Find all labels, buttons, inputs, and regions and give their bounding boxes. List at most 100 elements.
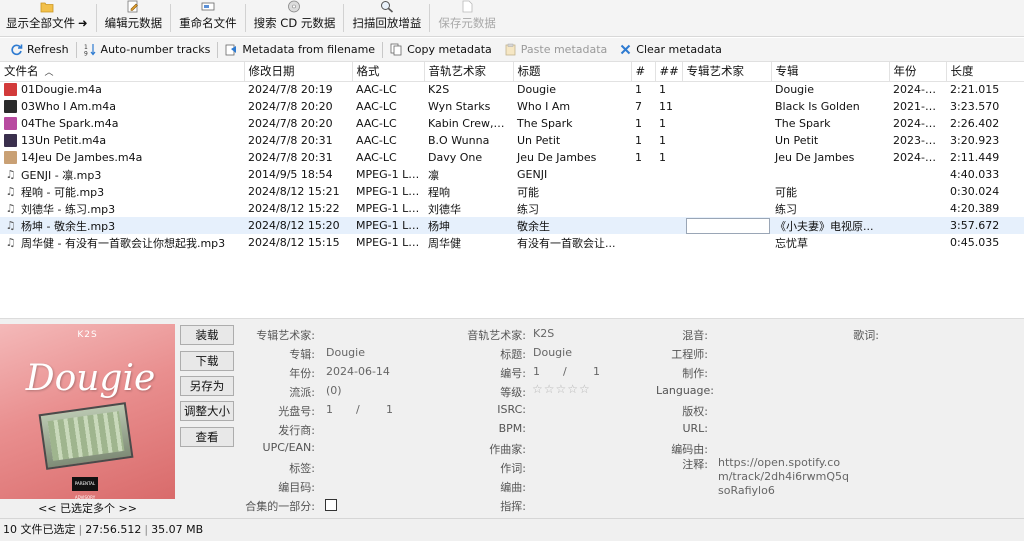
column-header-track-artist[interactable]: 音轨艺术家 xyxy=(424,62,514,82)
refresh-label: Refresh xyxy=(27,43,69,56)
lyricist-label: 作词: xyxy=(500,462,526,475)
disc-number-label: 光盘号: xyxy=(278,405,315,418)
edit-metadata-label: 编辑元数据 xyxy=(104,16,163,30)
show-all-files-button[interactable]: 显示全部文件 ➜ xyxy=(0,0,94,36)
download-cover-button[interactable]: 下载 xyxy=(180,351,234,371)
column-header-track-number[interactable]: # xyxy=(631,62,656,82)
scan-replay-gain-button[interactable]: 扫描回放增益 xyxy=(346,0,427,36)
save-metadata-label: 保存元数据 xyxy=(438,16,496,30)
parental-advisory-logo: PARENTAL ADVISORY xyxy=(72,477,98,499)
table-row[interactable]: ♫ 杨坤 - 敬余生.mp3 2024/8/12 15:20 MPEG-1 La...… xyxy=(0,217,1024,234)
column-header-format[interactable]: 格式 xyxy=(352,62,425,82)
track-total-cell xyxy=(655,234,682,251)
track-artist-cell: Wyn Starks xyxy=(428,100,491,113)
save-cover-as-button[interactable]: 另存为 xyxy=(180,376,234,396)
album-artist-cell xyxy=(682,234,771,251)
filename-text: 刘德华 - 练习.mp3 xyxy=(21,202,116,216)
comment-field[interactable]: https://open.spotify.com/track/2dh4i6rwm… xyxy=(718,456,850,498)
album-thumbnail-icon xyxy=(4,100,17,113)
bpm-label: BPM: xyxy=(498,422,526,435)
title-cell: Who I Am xyxy=(517,100,571,113)
table-row[interactable]: 04The Spark.m4a 2024/7/8 20:20 AAC-LC Kabin… xyxy=(0,115,1024,132)
resize-cover-button[interactable]: 调整大小 xyxy=(180,401,234,421)
toolbar-divider xyxy=(75,41,77,58)
modified-date-cell: 2014/9/5 18:54 xyxy=(248,168,333,181)
disc-total-field[interactable]: 1 xyxy=(386,403,393,416)
save-metadata-button[interactable]: 保存元数据 xyxy=(432,0,502,36)
table-row[interactable]: ♫ 程响 - 可能.mp3 2024/8/12 15:21 MPEG-1 La... 程… xyxy=(0,183,1024,200)
track-artist-cell: 杨坤 xyxy=(424,217,513,234)
track-number-label: 编号: xyxy=(500,367,526,380)
rename-files-button[interactable]: 重命名文件 xyxy=(173,0,243,36)
title-cell: 可能 xyxy=(517,185,539,199)
disc-number-field[interactable]: 1 xyxy=(326,403,333,416)
column-header-length[interactable]: 长度 xyxy=(946,62,1024,82)
track-number-cell xyxy=(631,234,655,251)
rating-stars[interactable]: ☆☆☆☆☆ xyxy=(532,382,591,396)
format-cell: MPEG-1 La... xyxy=(352,217,424,234)
column-header-album[interactable]: 专辑 xyxy=(771,62,890,82)
title-cell: The Spark xyxy=(517,117,573,130)
paste-metadata-label: Paste metadata xyxy=(520,43,608,56)
table-row[interactable]: 14Jeu De Jambes.m4a 2024/7/8 20:31 AAC-LC D… xyxy=(0,149,1024,166)
title-field[interactable]: Dougie xyxy=(533,346,572,359)
column-header-modified[interactable]: 修改日期 xyxy=(244,62,353,82)
filename-wrapper: 13Un Petit.m4a xyxy=(4,134,240,147)
format-cell: MPEG-1 La... xyxy=(356,168,424,181)
format-cell: MPEG-1 La... xyxy=(356,236,424,249)
metadata-from-filename-button[interactable]: Metadata from filename xyxy=(219,43,381,56)
album-field[interactable]: Dougie xyxy=(326,346,365,359)
length-cell: 3:57.672 xyxy=(946,217,1024,234)
compilation-label: 合集的一部分: xyxy=(245,500,315,513)
album-artist-cell xyxy=(682,149,771,166)
toolbar-divider xyxy=(429,4,431,32)
album-artist-edit-input[interactable] xyxy=(686,217,770,234)
cd-search-icon xyxy=(287,0,301,13)
format-cell: MPEG-1 La... xyxy=(356,185,424,198)
paste-metadata-button[interactable]: Paste metadata xyxy=(498,43,614,56)
auto-number-tracks-button[interactable]: 19 Auto-number tracks xyxy=(78,43,217,58)
column-header-track-total[interactable]: ## xyxy=(655,62,683,82)
format-cell: AAC-LC xyxy=(356,100,397,113)
cover-brand-text: K2S xyxy=(77,330,98,340)
track-artist-cell: 刘德华 xyxy=(428,202,461,216)
album-cell xyxy=(771,166,889,183)
clear-metadata-button[interactable]: Clear metadata xyxy=(613,43,728,56)
edit-metadata-button[interactable]: 编辑元数据 xyxy=(99,0,169,36)
length-cell: 4:20.389 xyxy=(950,202,1000,215)
length-cell: 2:11.449 xyxy=(950,151,1000,164)
copy-metadata-button[interactable]: Copy metadata xyxy=(384,43,498,56)
title-cell: 有没有一首歌会让... xyxy=(517,236,616,250)
load-cover-button[interactable]: 装载 xyxy=(180,325,234,345)
modified-date-cell: 2024/7/8 20:20 xyxy=(248,117,333,130)
column-header-filename[interactable]: 文件名 ︿ xyxy=(0,62,245,82)
column-header-album-artist[interactable]: 专辑艺术家 xyxy=(682,62,772,82)
svg-text:9: 9 xyxy=(84,51,88,57)
table-row[interactable]: 13Un Petit.m4a 2024/7/8 20:31 AAC-LC B.O Wu… xyxy=(0,132,1024,149)
table-row[interactable]: ♫ 刘德华 - 练习.mp3 2024/8/12 15:22 MPEG-1 La...… xyxy=(0,200,1024,217)
status-separator: | xyxy=(78,523,83,536)
table-row[interactable]: 03Who I Am.m4a 2024/7/8 20:20 AAC-LC Wyn St… xyxy=(0,98,1024,115)
genre-field[interactable]: (0) xyxy=(326,384,342,397)
auto-number-tracks-label: Auto-number tracks xyxy=(100,43,211,56)
table-row[interactable]: ♫ GENJI - 凛.mp3 2014/9/5 18:54 MPEG-1 La...… xyxy=(0,166,1024,183)
compilation-checkbox[interactable] xyxy=(325,499,337,511)
encoded-by-label: 编码由: xyxy=(671,443,708,456)
column-header-title[interactable]: 标题 xyxy=(513,62,632,82)
year-cell: 2023-11... xyxy=(893,134,946,147)
view-cover-button[interactable]: 查看 xyxy=(180,427,234,447)
album-cover-image[interactable]: K2S Dougie PARENTAL ADVISORY xyxy=(0,324,175,499)
column-header-year[interactable]: 年份 xyxy=(889,62,947,82)
refresh-button[interactable]: Refresh xyxy=(4,43,75,56)
track-artist-field[interactable]: K2S xyxy=(533,327,554,340)
table-row[interactable]: 01Dougie.m4a 2024/7/8 20:19 AAC-LC K2S Dougi… xyxy=(0,81,1024,98)
album-cell: 忘忧草 xyxy=(775,236,808,250)
year-field[interactable]: 2024-06-14 xyxy=(326,365,390,378)
table-row[interactable]: ♫ 周华健 - 有没有一首歌会让你想起我.mp3 2024/8/12 15:15 MP… xyxy=(0,234,1024,251)
search-cd-metadata-button[interactable]: 搜索 CD 元数据 xyxy=(248,0,342,36)
track-total-field[interactable]: 1 xyxy=(593,365,600,378)
filename-text: 04The Spark.m4a xyxy=(21,117,119,130)
filename-wrapper: 04The Spark.m4a xyxy=(4,117,240,130)
track-number-field[interactable]: 1 xyxy=(533,365,540,378)
rename-icon xyxy=(201,0,215,13)
